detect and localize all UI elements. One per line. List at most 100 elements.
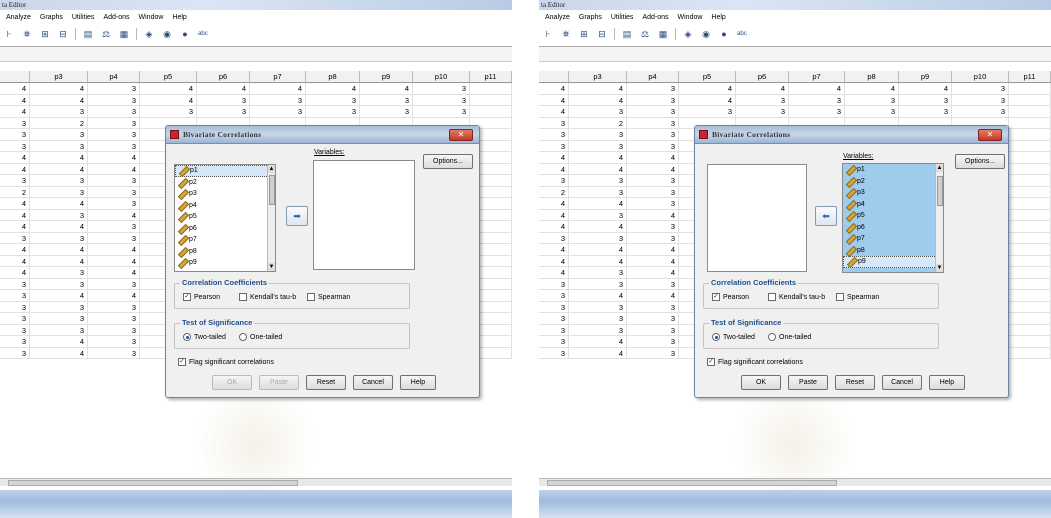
table-cell[interactable]: 3 [30, 106, 88, 117]
source-variable-list[interactable]: p1 p2 p3 p4 p5 p6 p7 p8 p9 ▲ ▼ [174, 164, 276, 272]
table-cell[interactable]: 3 [952, 106, 1009, 117]
kendall-checkbox[interactable]: Kendall's tau-b [768, 293, 825, 301]
list-item[interactable]: p2 [175, 177, 275, 189]
table-cell[interactable]: 4 [569, 198, 627, 209]
binoculars-icon[interactable]: ⛯ [560, 29, 572, 40]
table-cell[interactable]: 3 [627, 186, 679, 197]
table-cell[interactable]: 3 [197, 94, 250, 105]
table-cell[interactable]: 4 [0, 255, 30, 266]
table-cell[interactable]: 3 [88, 140, 140, 151]
column-header[interactable]: p5 [140, 71, 197, 82]
table-cell[interactable] [1009, 175, 1051, 186]
kendall-checkbox[interactable]: Kendall's tau-b [239, 293, 296, 301]
select-cases-icon[interactable]: ▦ [657, 29, 669, 40]
table-cell[interactable] [470, 83, 512, 94]
table-cell[interactable]: 4 [789, 83, 845, 94]
table-cell[interactable]: 3 [30, 232, 88, 243]
binoculars-icon[interactable]: ⛯ [21, 29, 33, 40]
column-header[interactable]: p8 [306, 71, 360, 82]
ok-button[interactable]: OK [741, 375, 781, 390]
table-cell[interactable]: 3 [413, 94, 470, 105]
table-cell[interactable]: 3 [627, 336, 679, 347]
table-cell[interactable]: 4 [539, 255, 569, 266]
menu-graphs[interactable]: Graphs [579, 11, 602, 25]
table-cell[interactable]: 3 [627, 140, 679, 151]
table-cell[interactable]: 3 [627, 324, 679, 335]
close-icon[interactable]: ✕ [449, 129, 473, 141]
table-cell[interactable]: 3 [88, 106, 140, 117]
spell-icon[interactable]: ᵃᵇᶜ [736, 29, 748, 40]
column-header[interactable]: p9 [360, 71, 413, 82]
table-cell[interactable]: 4 [0, 244, 30, 255]
table-cell[interactable]: 3 [88, 198, 140, 209]
table-cell[interactable]: 3 [627, 347, 679, 358]
table-cell[interactable]: 3 [627, 83, 679, 94]
table-cell[interactable]: 3 [569, 209, 627, 220]
horizontal-scrollbar[interactable] [0, 478, 512, 486]
column-header[interactable]: p11 [1009, 71, 1051, 82]
table-cell[interactable] [470, 106, 512, 117]
menu-add-ons[interactable]: Add-ons [642, 11, 668, 25]
table-cell[interactable]: 4 [539, 94, 569, 105]
table-cell[interactable]: 4 [0, 198, 30, 209]
table-cell[interactable]: 4 [88, 267, 140, 278]
table-cell[interactable]: 3 [0, 313, 30, 324]
table-cell[interactable]: 3 [88, 278, 140, 289]
table-cell[interactable]: 4 [627, 163, 679, 174]
table-cell[interactable]: 3 [627, 198, 679, 209]
column-header[interactable]: p6 [197, 71, 250, 82]
table-cell[interactable]: 4 [30, 94, 88, 105]
table-cell[interactable] [1009, 313, 1051, 324]
table-cell[interactable]: 4 [30, 152, 88, 163]
table-cell[interactable]: 3 [569, 301, 627, 312]
move-left-arrow-icon[interactable]: ⬅ [815, 206, 837, 226]
table-cell[interactable]: 3 [627, 129, 679, 140]
table-cell[interactable]: 3 [627, 313, 679, 324]
show-all-icon[interactable]: ● [179, 29, 191, 40]
table-cell[interactable]: 4 [539, 83, 569, 94]
menu-analyze[interactable]: Analyze [545, 11, 570, 25]
column-header[interactable]: p9 [899, 71, 952, 82]
one-tailed-radio[interactable]: One-tailed [239, 333, 282, 341]
table-cell[interactable]: 3 [413, 83, 470, 94]
list-item[interactable]: p2 [843, 176, 943, 188]
table-cell[interactable]: 4 [0, 152, 30, 163]
table-cell[interactable]: 3 [88, 83, 140, 94]
two-tailed-radio[interactable]: Two-tailed [712, 333, 755, 341]
table-cell[interactable]: 2 [539, 186, 569, 197]
table-cell[interactable]: 3 [569, 140, 627, 151]
table-cell[interactable]: 4 [569, 94, 627, 105]
table-cell[interactable] [1009, 209, 1051, 220]
table-cell[interactable]: 3 [30, 267, 88, 278]
table-cell[interactable]: 4 [679, 83, 736, 94]
table-cell[interactable]: 4 [140, 83, 197, 94]
table-cell[interactable]: 4 [30, 198, 88, 209]
table-cell[interactable]: 3 [627, 301, 679, 312]
table-cell[interactable]: 3 [306, 94, 360, 105]
table-cell[interactable] [1009, 117, 1051, 128]
table-cell[interactable]: 3 [789, 106, 845, 117]
table-cell[interactable]: 4 [140, 94, 197, 105]
table-cell[interactable]: 3 [569, 278, 627, 289]
column-header[interactable]: p10 [413, 71, 470, 82]
table-cell[interactable]: 3 [627, 106, 679, 117]
table-cell[interactable]: 4 [539, 209, 569, 220]
table-cell[interactable]: 4 [539, 163, 569, 174]
table-cell[interactable]: 4 [627, 255, 679, 266]
flag-significant-checkbox[interactable]: ✓ Flag significant correlations [707, 358, 803, 366]
table-cell[interactable]: 4 [569, 221, 627, 232]
table-cell[interactable]: 4 [845, 83, 899, 94]
table-cell[interactable]: 4 [569, 290, 627, 301]
table-cell[interactable]: 4 [0, 267, 30, 278]
table-cell[interactable]: 4 [88, 209, 140, 220]
menu-window[interactable]: Window [678, 11, 703, 25]
table-cell[interactable] [1009, 129, 1051, 140]
table-cell[interactable] [1009, 301, 1051, 312]
table-cell[interactable]: 3 [539, 278, 569, 289]
table-cell[interactable] [1009, 83, 1051, 94]
table-cell[interactable]: 4 [569, 83, 627, 94]
table-cell[interactable]: 3 [0, 336, 30, 347]
column-header[interactable]: p11 [470, 71, 512, 82]
split-icon[interactable]: ⊦ [542, 29, 554, 40]
menu-utilities[interactable]: Utilities [72, 11, 95, 25]
